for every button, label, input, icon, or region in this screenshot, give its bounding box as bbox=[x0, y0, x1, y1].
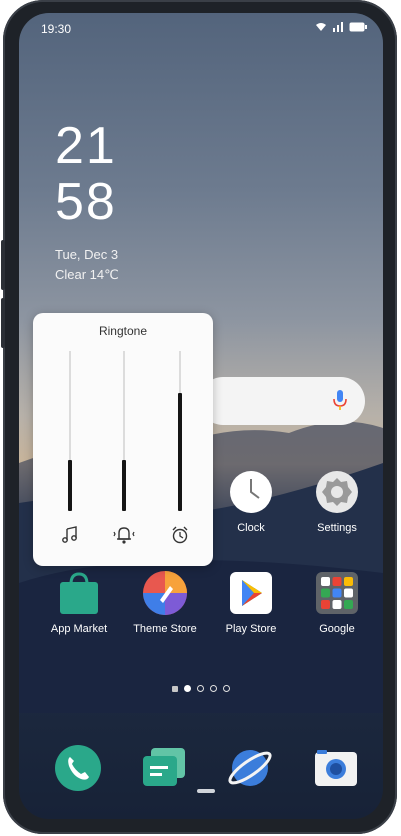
page-dot[interactable] bbox=[197, 685, 204, 692]
play-store-icon bbox=[228, 570, 274, 616]
music-note-icon[interactable] bbox=[58, 523, 82, 547]
app-label: App Market bbox=[50, 623, 108, 635]
shopping-bag-icon bbox=[56, 570, 102, 616]
status-bar: 19:30 bbox=[19, 13, 383, 43]
home-indicator[interactable] bbox=[197, 789, 215, 793]
ringtone-volume-slider[interactable] bbox=[68, 351, 72, 511]
app-clock[interactable]: Clock bbox=[209, 469, 293, 534]
theme-brush-icon bbox=[142, 570, 188, 616]
page-dot[interactable] bbox=[223, 685, 230, 692]
volume-up-hardware-button[interactable] bbox=[1, 240, 5, 290]
vibrate-bell-icon[interactable] bbox=[112, 523, 136, 547]
volume-down-hardware-button[interactable] bbox=[1, 298, 5, 348]
slider-fill bbox=[122, 459, 126, 511]
clock-minute: 58 bbox=[55, 173, 117, 231]
clock-widget[interactable]: 21 58 bbox=[55, 117, 117, 231]
date-text: Tue, Dec 3 bbox=[55, 247, 119, 262]
app-label: Settings bbox=[317, 522, 357, 534]
phone-icon[interactable] bbox=[53, 743, 103, 793]
app-play-store[interactable]: Play Store bbox=[209, 570, 293, 635]
dock bbox=[19, 743, 383, 803]
screen: 19:30 21 58 Tue, Dec 3 Clear 14℃ Clock S… bbox=[19, 13, 383, 819]
page-dot[interactable] bbox=[184, 685, 191, 692]
app-settings[interactable]: Settings bbox=[295, 469, 379, 534]
slider-fill bbox=[68, 459, 72, 511]
app-label: Theme Store bbox=[133, 623, 197, 635]
page-indicator-list[interactable] bbox=[172, 685, 178, 692]
google-folder-icon bbox=[314, 570, 360, 616]
alarm-volume-slider[interactable] bbox=[178, 351, 182, 511]
browser-planet-icon[interactable] bbox=[225, 743, 275, 793]
signal-icon bbox=[333, 22, 343, 32]
wifi-icon bbox=[316, 23, 326, 31]
slider-fill bbox=[178, 392, 182, 511]
phone-frame: 19:30 21 58 Tue, Dec 3 Clear 14℃ Clock S… bbox=[1, 0, 397, 834]
date-weather: Tue, Dec 3 Clear 14℃ bbox=[55, 245, 119, 285]
app-label: Play Store bbox=[225, 623, 277, 635]
weather-text: Clear 14℃ bbox=[55, 267, 119, 282]
app-google-folder[interactable]: Google bbox=[295, 570, 379, 635]
messages-icon[interactable] bbox=[139, 743, 189, 793]
app-theme-store[interactable]: Theme Store bbox=[123, 570, 207, 635]
app-label: Clock bbox=[237, 522, 265, 534]
mic-icon[interactable] bbox=[333, 389, 347, 416]
gear-icon bbox=[314, 469, 360, 515]
status-time: 19:30 bbox=[41, 22, 72, 36]
page-indicator bbox=[19, 685, 383, 692]
page-dot[interactable] bbox=[210, 685, 217, 692]
camera-icon[interactable] bbox=[311, 743, 361, 793]
volume-panel-title: Ringtone bbox=[98, 324, 148, 338]
search-widget[interactable] bbox=[199, 377, 365, 425]
status-icons bbox=[315, 22, 367, 32]
battery-icon bbox=[349, 22, 367, 32]
clock-icon bbox=[228, 469, 274, 515]
app-app-market[interactable]: App Market bbox=[37, 570, 121, 635]
volume-panel: Ringtone bbox=[33, 313, 213, 566]
notification-volume-slider[interactable] bbox=[122, 351, 126, 511]
app-label: Google bbox=[319, 623, 355, 635]
alarm-clock-icon[interactable] bbox=[168, 523, 192, 547]
clock-hour: 21 bbox=[55, 117, 117, 175]
